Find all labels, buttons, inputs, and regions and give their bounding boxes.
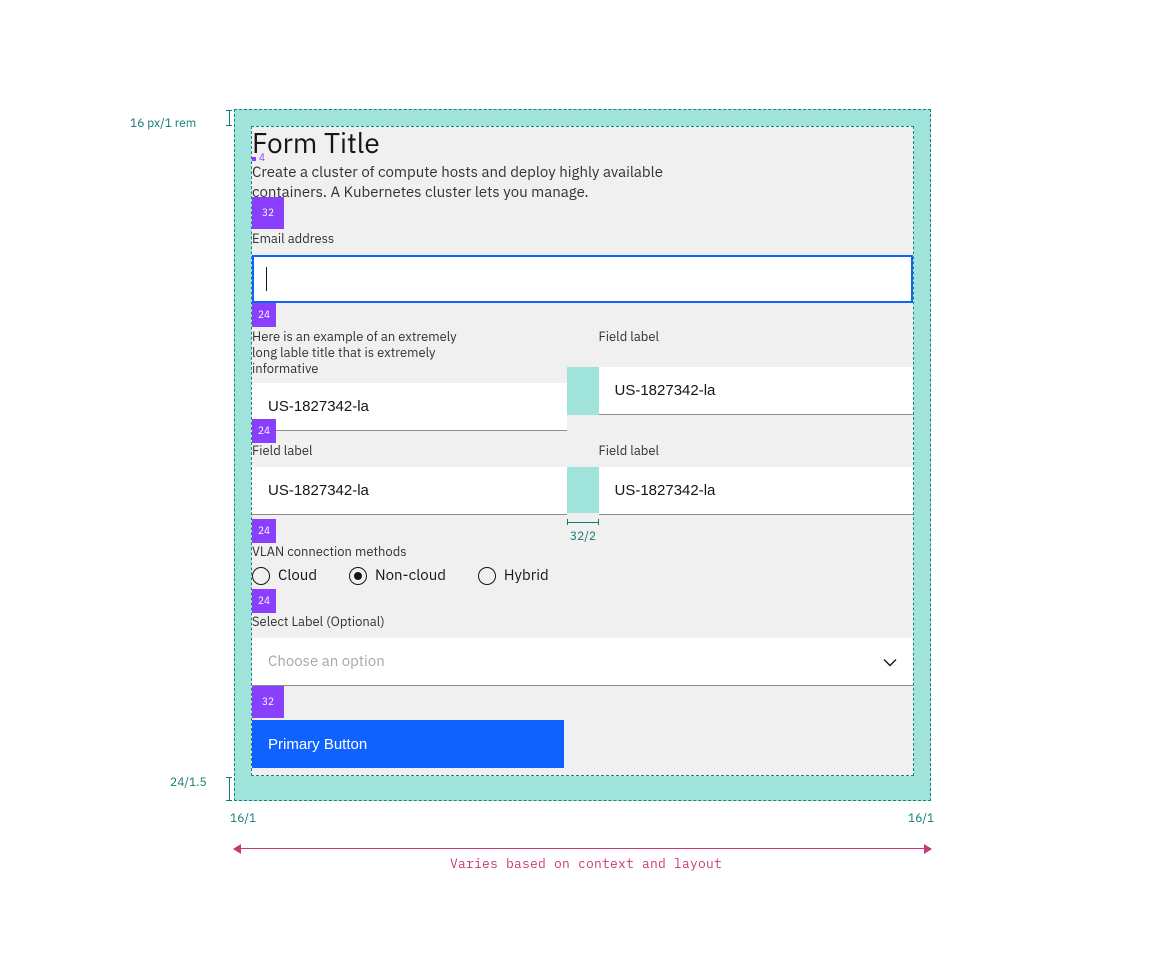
vlan-label: VLAN connection methods	[252, 544, 913, 560]
email-input[interactable]	[252, 255, 913, 303]
row2-right-label: Field label	[599, 443, 914, 459]
row1-left-label: Here is an example of an extremely long …	[252, 329, 482, 377]
row1-right-label: Field label	[599, 329, 914, 361]
row2-left-label: Field label	[252, 443, 567, 459]
radio-circle-icon	[252, 567, 270, 585]
form-title: Form Title	[252, 125, 913, 161]
width-ruler	[234, 848, 931, 849]
form-description: Create a cluster of compute hosts and de…	[252, 161, 692, 203]
text-caret	[266, 267, 267, 291]
row2-left-input[interactable]	[252, 467, 567, 515]
measure-top	[226, 110, 232, 126]
select-label: Select Label (Optional)	[252, 614, 913, 630]
email-label: Email address	[252, 231, 913, 247]
radio-circle-icon	[478, 567, 496, 585]
spacer-24-badge-1: 24	[252, 303, 276, 327]
padding-frame: Form Title 4 Create a cluster of compute…	[234, 109, 931, 801]
annotation-top-padding: 16 px/1 rem	[130, 117, 196, 131]
radio-noncloud[interactable]: Non-cloud	[349, 566, 446, 585]
radio-cloud-label: Cloud	[278, 566, 317, 585]
spacer-32-badge-1: 32	[252, 197, 284, 229]
spacer-24-badge-3: 24	[252, 519, 276, 543]
chevron-down-icon	[883, 652, 897, 671]
row1-right-input[interactable]	[599, 367, 914, 415]
radio-hybrid[interactable]: Hybrid	[478, 566, 549, 585]
measure-bottom	[226, 777, 232, 801]
annotation-bottom-padding: 24/1.5	[170, 776, 207, 790]
spacer-32-badge-2: 32	[252, 686, 284, 718]
form-container: Form Title 4 Create a cluster of compute…	[251, 126, 914, 776]
column-gutter-1	[567, 367, 599, 415]
width-caption: Varies based on context and layout	[450, 855, 722, 872]
select-dropdown[interactable]: Choose an option	[252, 638, 913, 686]
radio-cloud[interactable]: Cloud	[252, 566, 317, 585]
radio-circle-selected-icon	[349, 567, 367, 585]
radio-hybrid-label: Hybrid	[504, 566, 549, 585]
primary-button[interactable]: Primary Button	[252, 720, 564, 768]
spacer-24-badge-2: 24	[252, 419, 276, 443]
row2-right-input[interactable]	[599, 467, 914, 515]
spacer-24-badge-4: 24	[252, 589, 276, 613]
column-gutter-2	[567, 467, 599, 513]
gutter-ruler	[567, 519, 599, 525]
annotation-inner-right: 16/1	[908, 812, 934, 826]
annotation-inner-left: 16/1	[230, 812, 256, 826]
radio-noncloud-label: Non-cloud	[375, 566, 446, 585]
spacer-4-badge	[252, 157, 256, 161]
gutter-label: 32/2	[566, 529, 600, 544]
spacer-4-label: 4	[259, 153, 265, 163]
row1-left-input[interactable]	[252, 383, 567, 431]
select-placeholder: Choose an option	[268, 652, 385, 671]
vlan-radio-group: Cloud Non-cloud Hybrid	[252, 560, 913, 585]
